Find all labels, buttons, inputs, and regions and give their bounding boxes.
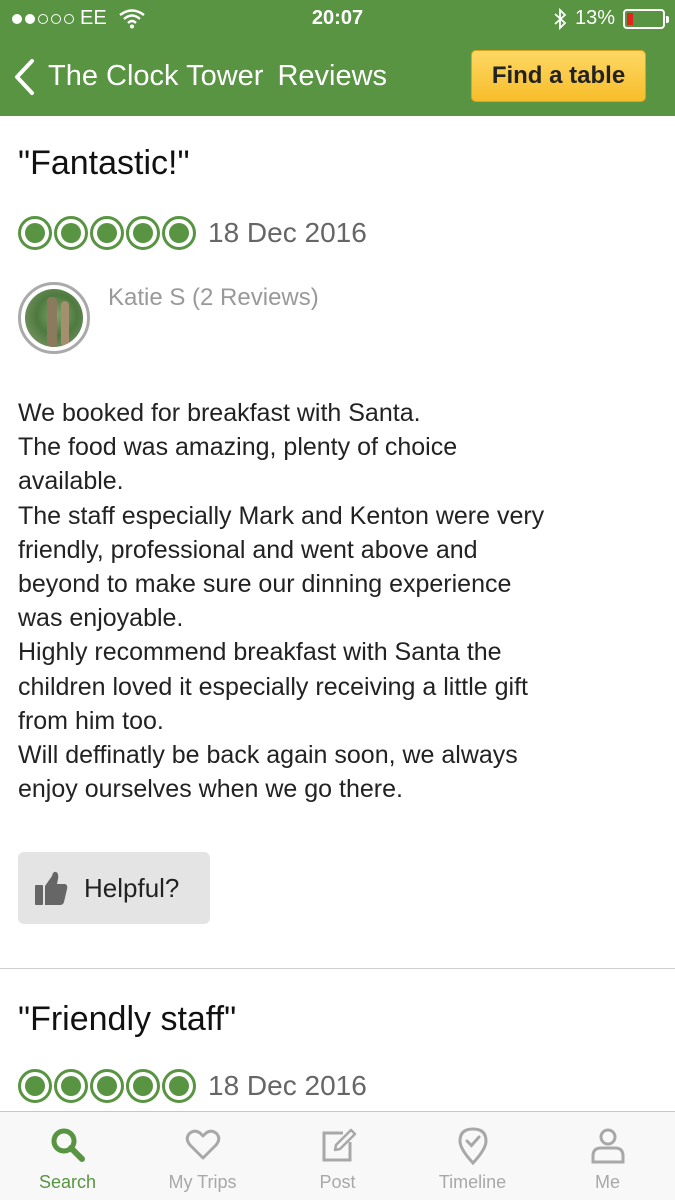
tab-bar: Search My Trips Post Timeline Me — [0, 1111, 675, 1200]
helpful-label: Helpful? — [84, 872, 180, 903]
review-title: "Friendly staff" — [18, 1000, 237, 1038]
location-pin-icon — [457, 1127, 488, 1166]
review-date: 18 Dec 2016 — [208, 1070, 367, 1101]
search-icon — [51, 1128, 85, 1162]
review-line: beyond to make sure our dinning experien… — [18, 570, 512, 599]
review-body: We booked for breakfast with Santa. The … — [18, 396, 658, 806]
status-bar: EE 20:07 13% — [0, 0, 675, 38]
bluetooth-icon — [554, 7, 567, 30]
rating-bubble-icon — [90, 1069, 124, 1103]
review-date: 18 Dec 2016 — [208, 217, 367, 248]
review-line: available. — [18, 467, 124, 496]
review-line: Highly recommend breakfast with Santa th… — [18, 638, 502, 667]
tab-label: Me — [594, 1172, 620, 1192]
review-line: Will deffinatly be back again soon, we a… — [18, 741, 518, 770]
tab-search[interactable]: Search — [0, 1112, 135, 1200]
heart-icon — [185, 1129, 220, 1160]
review-line: from him too. — [18, 706, 164, 735]
tab-label: Search — [38, 1172, 97, 1192]
back-button-label[interactable]: The Clock Tower — [48, 60, 263, 92]
rating-bubble-icon — [18, 1069, 52, 1103]
review-line: friendly, professional and went above an… — [18, 535, 478, 564]
back-chevron-icon[interactable] — [12, 58, 36, 96]
battery-percent: 13% — [574, 7, 615, 29]
thumbs-up-icon — [35, 871, 68, 905]
review-line: was enjoyable. — [18, 604, 184, 633]
tab-label: Timeline — [438, 1172, 507, 1192]
helpful-button[interactable]: Helpful? — [18, 852, 210, 924]
app-header: EE 20:07 13% The Clock Tower Reviews Find… — [0, 0, 675, 116]
rating-row: 18 Dec 2016 — [18, 1069, 367, 1103]
tab-me[interactable]: Me — [540, 1112, 675, 1200]
person-icon — [591, 1128, 624, 1164]
tab-timeline[interactable]: Timeline — [405, 1112, 540, 1200]
find-a-table-button[interactable]: Find a table — [471, 50, 646, 102]
rating-bubble-icon — [162, 216, 196, 250]
battery-icon — [623, 8, 669, 29]
rating-bubble-icon — [162, 1069, 196, 1103]
bubble-rating — [18, 1069, 196, 1103]
review-author[interactable]: Katie S (2 Reviews) — [18, 282, 319, 354]
review-divider — [0, 968, 675, 969]
review-line: enjoy ourselves when we go there. — [18, 775, 403, 804]
rating-row: 18 Dec 2016 — [18, 216, 367, 250]
review-line: The staff especially Mark and Kenton wer… — [18, 501, 545, 530]
screen-title: Reviews — [277, 60, 388, 92]
author-name[interactable]: Katie S (2 Reviews) — [108, 284, 319, 354]
tab-post[interactable]: Post — [270, 1112, 405, 1200]
rating-bubble-icon — [54, 216, 88, 250]
tab-label: My Trips — [168, 1172, 237, 1192]
edit-icon — [322, 1128, 356, 1162]
rating-bubble-icon — [90, 216, 124, 250]
review-title: "Fantastic!" — [18, 144, 190, 182]
tab-label: Post — [319, 1172, 356, 1192]
rating-bubble-icon — [54, 1069, 88, 1103]
nav-title: The Clock Tower Reviews — [48, 60, 387, 93]
review-line: children loved it especially receiving a… — [18, 672, 528, 701]
rating-bubble-icon — [126, 1069, 160, 1103]
rating-bubble-icon — [18, 216, 52, 250]
navigation-bar: The Clock Tower Reviews Find a table — [0, 38, 675, 116]
rating-bubble-icon — [126, 216, 160, 250]
avatar[interactable] — [18, 282, 90, 354]
review-line: We booked for breakfast with Santa. — [18, 399, 421, 427]
bubble-rating — [18, 216, 196, 250]
review-line: The food was amazing, plenty of choice — [18, 433, 458, 462]
tab-my-trips[interactable]: My Trips — [135, 1112, 270, 1200]
